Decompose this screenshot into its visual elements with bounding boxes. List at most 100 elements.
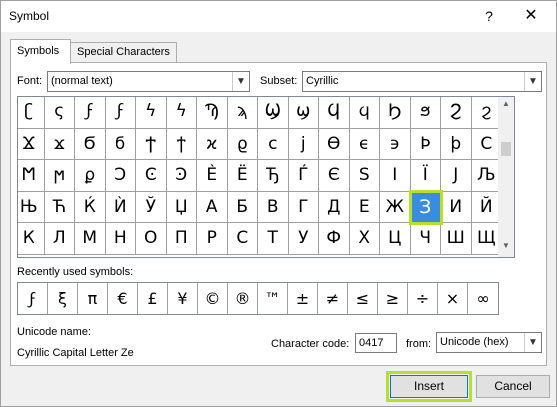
recent-symbol-cell[interactable]: ∞ [468,283,498,314]
symbol-cell[interactable]: Ϻ [18,160,45,192]
symbol-cell[interactable]: Б [227,191,258,223]
symbol-cell[interactable]: А [197,191,228,223]
recent-symbol-cell[interactable]: × [438,283,468,314]
close-icon[interactable]: ✕ [519,4,543,28]
symbol-cell[interactable]: Ќ [75,191,106,223]
symbol-cell[interactable]: Ϸ [410,128,441,160]
recent-symbol-cell[interactable]: ¥ [168,283,198,314]
symbol-cell[interactable]: Ѐ [197,160,228,192]
symbol-cell[interactable]: Ї [410,160,441,192]
symbol-cell[interactable]: ϻ [44,160,75,192]
symbol-cell[interactable]: ϴ [319,128,350,160]
symbol-cell[interactable]: ϣ [288,97,319,129]
symbol-cell[interactable]: ϫ [44,128,75,160]
symbol-cell[interactable]: Ͽ [166,160,197,192]
symbol-cell[interactable]: Ϫ [18,128,45,160]
recent-symbol-cell[interactable]: ξ [48,283,78,314]
symbol-cell[interactable]: Г [288,191,319,223]
symbol-cell[interactable]: І [380,160,411,192]
subset-dropdown[interactable]: Cyrillic ▼ [302,71,542,92]
recent-symbol-cell[interactable]: © [198,283,228,314]
symbol-cell[interactable]: Ч [410,223,441,255]
chevron-down-icon[interactable]: ▼ [524,72,541,91]
symbol-cell[interactable]: У [288,223,319,255]
symbol-cell[interactable]: Л [44,223,75,255]
symbol-cell[interactable]: Ѝ [105,191,136,223]
symbol-cell[interactable]: Ш [441,223,472,255]
symbol-cell[interactable]: ϝ [75,97,106,129]
font-dropdown[interactable]: (normal text) ▼ [47,71,250,92]
character-code-input[interactable]: 0417 [355,333,397,353]
symbol-cell[interactable]: Ў [136,191,167,223]
tab-symbols[interactable]: Symbols [10,39,71,64]
symbol-cell[interactable]: Ͻ [105,160,136,192]
recent-symbol-cell[interactable]: ≤ [348,283,378,314]
symbol-cell[interactable]: ϼ [75,160,106,192]
symbol-cell[interactable]: С [227,223,258,255]
symbol-cell[interactable]: ϝ [105,97,136,129]
symbol-cell[interactable]: Ϯ [136,128,167,160]
symbol-cell[interactable]: Є [319,160,350,192]
recent-symbol-cell[interactable]: ± [288,283,318,314]
symbol-cell[interactable]: И [441,191,472,223]
symbol-cell[interactable]: Ϩ [441,97,472,129]
scroll-up-icon[interactable]: ▲ [498,99,514,113]
from-dropdown[interactable]: Unicode (hex) ▼ [436,332,542,353]
symbol-cell[interactable]: В [258,191,289,223]
symbol-cell[interactable]: П [166,223,197,255]
symbol-cell[interactable]: Ѓ [288,160,319,192]
recent-symbol-cell[interactable]: ≥ [378,283,408,314]
recent-symbol-cell[interactable]: ÷ [408,283,438,314]
symbol-cell[interactable]: Њ [18,191,45,223]
scroll-down-icon[interactable]: ▼ [498,241,514,255]
symbol-cell[interactable]: ϟ [166,97,197,129]
symbol-cell[interactable]: Р [197,223,228,255]
symbol-cell[interactable]: Ј [441,160,472,192]
recent-symbol-cell[interactable]: ™ [258,283,288,314]
selected-symbol-cell[interactable]: З [408,189,443,225]
symbol-cell[interactable]: М [75,223,106,255]
cancel-button[interactable]: Cancel [476,375,550,398]
symbol-cell[interactable]: Е [349,191,380,223]
symbol-cell[interactable]: ʗ [18,97,45,129]
symbol-cell[interactable]: ϧ [410,97,441,129]
symbol-cell[interactable]: Ц [380,223,411,255]
symbol-cell[interactable]: Д [319,191,350,223]
scroll-thumb[interactable] [501,142,511,156]
symbol-cell[interactable]: Х [349,223,380,255]
chevron-down-icon[interactable]: ▼ [524,333,541,352]
symbol-cell[interactable]: ς [44,97,75,129]
symbol-cell[interactable]: Ф [319,223,350,255]
symbol-cell[interactable]: Ϥ [319,97,350,129]
symbol-cell[interactable]: ϲ [258,128,289,160]
symbol-cell[interactable]: ϡ [227,97,258,129]
vertical-scrollbar[interactable]: ▲ ▼ [498,96,515,258]
symbol-cell[interactable]: Т [258,223,289,255]
recent-symbol-cell[interactable]: ϝ [18,283,48,314]
symbol-cell[interactable]: Ϭ [75,128,106,160]
symbol-cell[interactable]: ϰ [197,128,228,160]
symbol-cell[interactable]: Ђ [258,160,289,192]
symbol-cell[interactable]: Ϧ [380,97,411,129]
symbol-cell[interactable]: Ћ [44,191,75,223]
symbol-cell[interactable]: К [18,223,45,255]
symbol-cell[interactable]: Ё [227,160,258,192]
recent-symbol-cell[interactable]: ≠ [318,283,348,314]
chevron-down-icon[interactable]: ▼ [232,72,249,91]
symbol-cell[interactable]: ϭ [105,128,136,160]
help-icon[interactable]: ? [477,4,501,28]
insert-button[interactable]: Insert [386,371,472,402]
symbol-cell[interactable]: ϟ [136,97,167,129]
symbol-cell[interactable]: ϯ [166,128,197,160]
symbol-cell[interactable]: Н [105,223,136,255]
recent-symbol-cell[interactable]: ® [228,283,258,314]
symbol-cell[interactable]: Ͼ [136,160,167,192]
symbol-cell[interactable]: О [136,223,167,255]
recent-symbol-cell[interactable]: € [108,283,138,314]
symbol-cell[interactable]: Ж [380,191,411,223]
symbol-cell[interactable]: ϥ [349,97,380,129]
symbol-cell[interactable]: ϶ [380,128,411,160]
symbol-cell[interactable]: Ϣ [258,97,289,129]
tab-special-characters[interactable]: Special Characters [70,42,177,63]
recent-symbol-cell[interactable]: £ [138,283,168,314]
